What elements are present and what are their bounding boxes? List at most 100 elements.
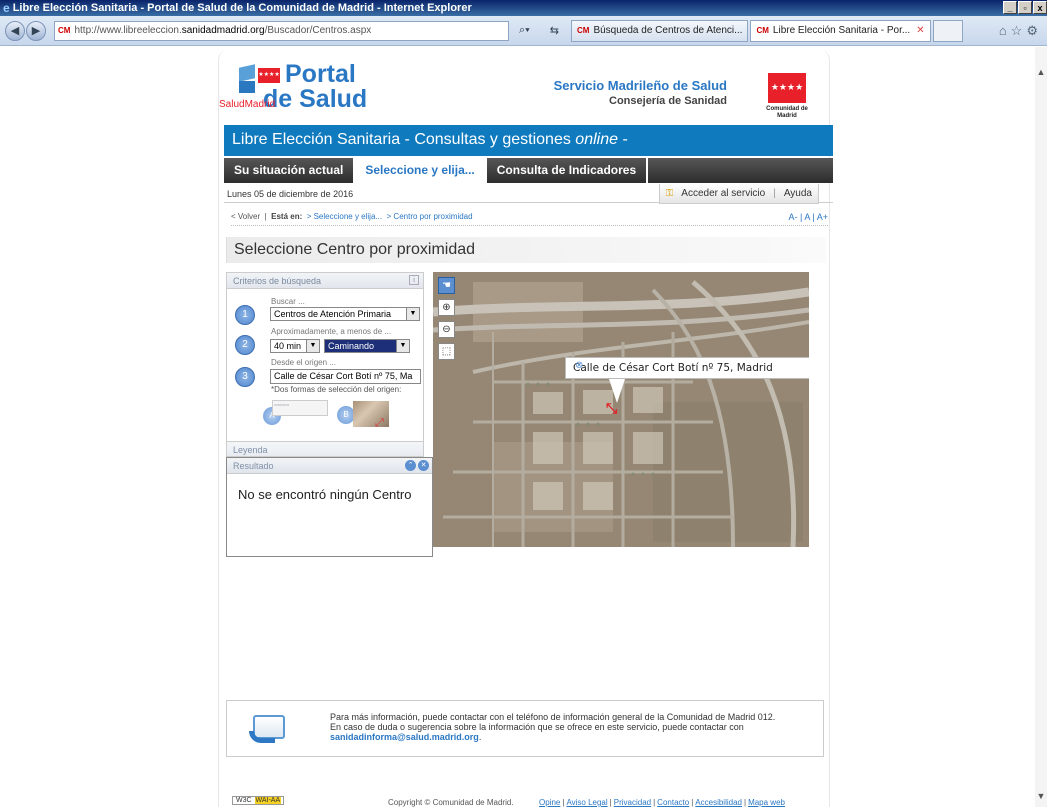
search-criteria-panel: Criterios de búsqueda i 1 Buscar ... Cen… (226, 272, 424, 456)
link-accesibilidad[interactable]: Accesibilidad (695, 798, 742, 807)
contact-email-link[interactable]: sanidadinforma@salud.madrid.org (330, 732, 479, 742)
url-domain: sanidadmadrid.org (181, 25, 265, 36)
page-footer: W3C WAI-AA Copyright © Comunidad de Madr… (232, 796, 822, 810)
close-window-icon[interactable]: x (1033, 1, 1047, 14)
minimize-icon[interactable]: _ (1003, 1, 1017, 14)
page-container: ★★★★ Portal de Salud SaludMadrid Servici… (218, 50, 833, 810)
location-marker-icon[interactable]: ⤡ (606, 400, 617, 417)
breadcrumb-item-proximidad[interactable]: > Centro por proximidad (387, 212, 473, 221)
link-aviso-legal[interactable]: Aviso Legal (566, 798, 607, 807)
time-select[interactable]: 40 min ▼ (270, 339, 320, 353)
collapse-result-icon[interactable]: ⌃ (405, 460, 416, 471)
new-tab-button[interactable] (932, 19, 963, 42)
service-banner: Libre Elección Sanitaria - Consultas y g… (224, 125, 833, 156)
satellite-map (433, 272, 809, 547)
comunidad-madrid-logo[interactable]: ★★★★ Comunidad de Madrid (765, 73, 809, 120)
forward-button[interactable]: ▶ (26, 20, 46, 41)
org-title-block: Servicio Madrileño de Salud Consejería d… (554, 78, 727, 107)
legend-panel[interactable]: Leyenda (226, 441, 424, 457)
banner-text: Libre Elección Sanitaria - Consultas y g… (232, 131, 576, 148)
popup-address: Calle de César Cort Botí nº 75, Madrid (573, 362, 773, 374)
tab-seleccione[interactable]: Seleccione y elija... (355, 158, 487, 183)
url-path: /Buscador/Centros.aspx (264, 25, 372, 36)
criteria-header: Criterios de búsqueda i (227, 273, 423, 289)
chevron-down-icon: ▼ (406, 308, 419, 320)
logo-small-text: SaludMadrid (219, 99, 276, 110)
tab-favicon-icon: CM (577, 26, 590, 35)
centro-type-select[interactable]: Centros de Atención Primaria ▼ (270, 307, 420, 321)
restore-icon[interactable]: ▫ (1018, 1, 1032, 14)
result-header: Resultado ⌃ ✕ (227, 458, 432, 474)
footer-links: Opine | Aviso Legal | Privacidad | Contacto | Ac… (539, 798, 785, 807)
location-popup: ⊗ Calle de César Cort Botí nº 75, Madrid (565, 357, 809, 379)
tab-label: Libre Elección Sanitaria - Por... (772, 25, 911, 36)
window-title: Libre Elección Sanitaria - Portal de Sal… (12, 2, 472, 14)
back-button[interactable]: ◀ (5, 20, 25, 41)
copyright: Copyright © Comunidad de Madrid. (388, 798, 514, 807)
close-result-icon[interactable]: ✕ (418, 460, 429, 471)
breadcrumb-item-seleccione[interactable]: > Seleccione y elija... (307, 212, 382, 221)
wai-aa-badge[interactable]: W3C WAI-AA (232, 796, 285, 805)
browser-tab-active[interactable]: CM Libre Elección Sanitaria - Por... ✕ (750, 19, 931, 42)
scroll-up-icon[interactable]: ▲ (1035, 67, 1047, 77)
login-link[interactable]: Acceder al servicio (681, 188, 765, 199)
step-1-icon: 1 (235, 305, 255, 325)
logo-salud-text: de Salud (263, 85, 368, 113)
link-mapa-web[interactable]: Mapa web (748, 798, 785, 807)
step-3-icon: 3 (235, 367, 255, 387)
page-scrollbar[interactable]: ▲ ▼ (1035, 47, 1047, 807)
org-subtitle: Consejería de Sanidad (609, 95, 727, 107)
site-favicon-icon: CM (58, 26, 71, 35)
page-title: Seleccione Centro por proximidad (226, 237, 826, 263)
banner-suffix: - (618, 131, 628, 148)
envelope-icon (249, 711, 289, 745)
browser-tab-search[interactable]: CM Búsqueda de Centros de Atenci... (571, 19, 749, 42)
help-link[interactable]: Ayuda (784, 188, 812, 199)
tab-indicadores[interactable]: Consulta de Indicadores (487, 158, 649, 183)
option-a-thumbnail[interactable]: ▭▭▭▭ (272, 400, 328, 416)
font-size-controls[interactable]: A- | A | A+ (789, 212, 828, 222)
step2-label: Aproximadamente, a menos de ... (271, 327, 392, 336)
zoom-in-icon[interactable]: ⊕ (438, 299, 455, 316)
result-message: No se encontró ningún Centro (238, 487, 412, 502)
browser-navbar: ◀ ▶ CM http://www.libreeleccion. sanidadm… (0, 16, 1047, 46)
tab-situacion[interactable]: Su situación actual (224, 158, 356, 183)
origin-input[interactable]: Calle de César Cort Botí nº 75, Ma (270, 369, 421, 384)
link-opine[interactable]: Opine (539, 798, 560, 807)
back-link[interactable]: < Volver (231, 212, 260, 221)
toolbar-icons[interactable]: ⌂☆⚙ (999, 23, 1042, 39)
step3-label: Desde el origen ... (271, 358, 336, 367)
step-2-icon: 2 (235, 335, 255, 355)
close-popup-icon[interactable]: ⊗ (575, 360, 583, 371)
step1-label: Buscar ... (271, 297, 305, 306)
key-icon: ⚿ (665, 188, 674, 199)
contact-info-box: Para más información, puede contactar co… (226, 700, 824, 757)
zoom-out-icon[interactable]: ⊖ (438, 321, 455, 338)
search-icon[interactable]: ⌕▾ (519, 24, 530, 37)
breadcrumb: < Volver | Está en: > Seleccione y elija… (231, 212, 828, 226)
address-bar[interactable]: CM http://www.libreeleccion. sanidadmadri… (54, 20, 509, 41)
madrid-flag-icon: ★★★★ (768, 73, 806, 103)
map-view[interactable]: ☚ ⊕ ⊖ ⬚ ⊗ Calle de César Cort Botí nº 75… (433, 272, 809, 547)
zoom-box-icon[interactable]: ⬚ (438, 343, 455, 360)
link-contacto[interactable]: Contacto (657, 798, 689, 807)
tab-label: Búsqueda de Centros de Atenci... (593, 25, 743, 36)
refresh-icon[interactable]: ⇆ (550, 24, 559, 37)
marker-icon: ⤢ (375, 417, 384, 429)
window-titlebar: e Libre Elección Sanitaria - Portal de S… (0, 0, 1047, 16)
link-privacidad[interactable]: Privacidad (614, 798, 651, 807)
mode-select[interactable]: Caminando ▼ (324, 339, 410, 353)
address-tools: ⌕▾ ⇆ (509, 24, 569, 37)
org-title: Servicio Madrileño de Salud (553, 78, 727, 93)
main-tabs: Su situación actual Seleccione y elija..… (224, 158, 833, 183)
pan-tool-icon[interactable]: ☚ (438, 277, 455, 294)
close-tab-icon[interactable]: ✕ (916, 25, 924, 36)
access-links: ⚿ Acceder al servicio | Ayuda (658, 184, 819, 204)
current-date: Lunes 05 de diciembre de 2016 (227, 189, 354, 199)
collapse-icon[interactable]: i (409, 275, 419, 285)
scroll-down-icon[interactable]: ▼ (1035, 791, 1047, 801)
result-panel: Resultado ⌃ ✕ No se encontró ningún Cent… (226, 457, 433, 557)
chevron-down-icon: ▼ (306, 340, 319, 352)
origin-hint: *Dos formas de selección del origen: (271, 385, 402, 394)
cm-logo-text: Comunidad de Madrid (766, 106, 808, 119)
